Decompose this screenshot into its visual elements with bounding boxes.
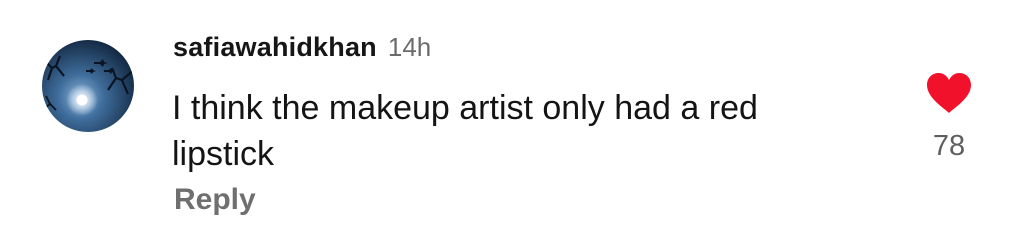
comment-text-line: lipstick: [172, 135, 275, 173]
avatar[interactable]: [42, 40, 134, 132]
timestamp: 14h: [387, 32, 432, 62]
comment-text: I think the makeup artist only had a red…: [172, 85, 892, 177]
like-count: 78: [932, 130, 966, 162]
comment-header: safiawahidkhan 14h: [173, 32, 431, 72]
night-moon-avatar-icon: [42, 40, 134, 132]
reply-button[interactable]: Reply: [174, 183, 256, 217]
comment-text-line: I think the makeup artist only had a red: [172, 89, 758, 127]
like-button[interactable]: 78: [918, 72, 980, 168]
heart-icon[interactable]: [926, 72, 972, 114]
comment-item: safiawahidkhan 14h I think the makeup ar…: [0, 0, 1024, 247]
username[interactable]: safiawahidkhan: [173, 32, 377, 63]
